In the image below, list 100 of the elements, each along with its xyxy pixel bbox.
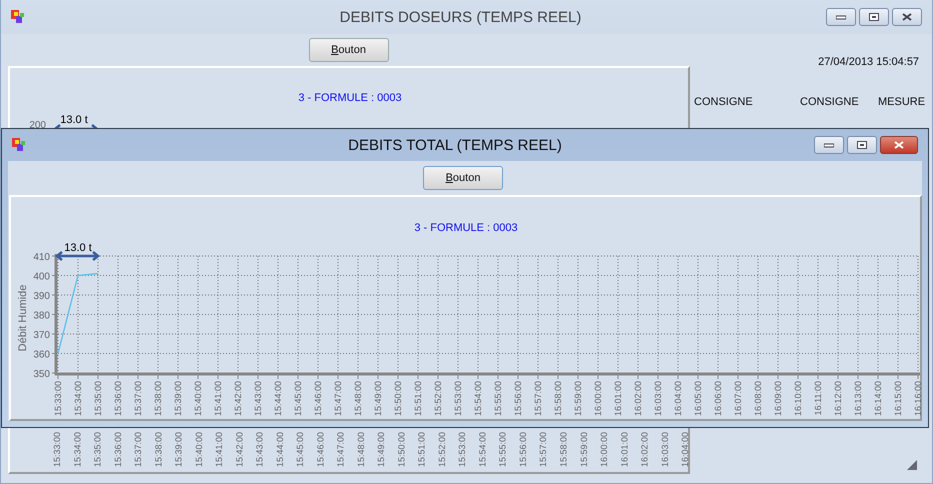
span-label: 13.0 t [60,114,88,126]
y-tick-label: 410 [33,252,50,263]
x-axis-label: 16:08:00 [753,381,763,416]
x-axis-label: 16:01:00 [619,432,630,468]
chart-subtitle: 3 - FORMULE : 0003 [414,222,518,234]
x-axis-label: 15:36:00 [112,432,123,468]
x-axis-label: 15:49:00 [376,432,386,468]
x-axis-label: 15:37:00 [133,381,143,416]
bouton-button[interactable]: Bouton [308,38,388,62]
x-axis-label: 15:59:00 [573,381,583,416]
minimize-icon [836,14,846,20]
minimize-button[interactable] [814,136,844,154]
minimize-icon [824,142,834,148]
y-tick-label: 400 [33,272,50,282]
x-axis-label: 15:57:00 [538,432,548,468]
x-axis-label: 16:11:00 [813,381,823,416]
x-axis-label: 15:47:00 [333,381,343,416]
x-axis-label: 15:52:00 [433,381,443,416]
close-button[interactable] [892,8,922,26]
x-axis-label: 16:00:00 [593,381,603,416]
x-axis-label: 16:00:00 [599,432,610,468]
y-tick-label: 360 [33,350,50,360]
maximize-button[interactable] [859,8,889,26]
x-axis-label: 15:46:00 [313,381,323,416]
x-axis-label: 15:56:00 [513,381,523,416]
x-axis-label: 15:42:00 [233,381,243,416]
x-axis-label: 15:58:00 [558,432,568,468]
x-axis-label: 15:37:00 [133,432,144,468]
x-axis-label: 16:09:00 [773,381,783,416]
x-axis-label: 15:55:00 [493,381,503,416]
chart-subtitle: 3 - FORMULE : 0003 [298,92,402,104]
y-axis-title: Débit Humide [17,284,29,352]
x-axis-label: 15:58:00 [553,381,563,416]
x-axis-label: 15:39:00 [173,381,183,416]
x-axis-label: 15:34:00 [72,432,82,468]
close-icon [894,141,904,149]
x-axis-label: 16:05:00 [693,381,703,416]
x-axis-label: 15:41:00 [213,381,223,416]
x-axis-label: 16:04:00 [673,381,683,416]
x-axis-label: 16:15:00 [893,381,903,416]
x-axis-label: 15:34:00 [73,381,83,416]
x-axis-label: 15:54:00 [477,432,488,468]
x-axis-label: 15:39:00 [174,432,184,468]
span-arrow [55,250,100,262]
y-tick-label: 380 [33,310,50,322]
x-axis-label: 16:06:00 [713,381,723,416]
x-axis-label: 15:59:00 [578,432,589,468]
x-axis-label: 15:46:00 [315,432,326,468]
column-header: MESURE [878,96,926,108]
window-title: DEBITS TOTAL (TEMPS REEL) [347,136,563,154]
x-axis-label: 15:51:00 [416,432,427,468]
app-icon [12,138,26,152]
x-axis-label: 15:51:00 [413,381,423,416]
close-icon [902,13,912,21]
x-axis-label: 16:04:00 [680,432,688,468]
x-axis-label: 15:42:00 [234,432,244,468]
x-axis-label: 15:44:00 [273,381,283,416]
x-axis-label: 15:53:00 [453,381,463,416]
maximize-icon [869,13,879,21]
column-header: CONSIGNE [800,96,860,108]
x-axis-label: 15:40:00 [193,381,203,416]
y-tick-label: 390 [33,291,50,302]
x-axis-label: 15:35:00 [93,381,103,416]
x-axis-label: 15:54:00 [473,381,483,416]
minimize-button[interactable] [826,8,856,26]
x-axis-label: 16:03:00 [653,381,663,416]
x-axis-label: 16:16:00 [913,381,921,416]
x-axis-label: 15:57:00 [533,381,543,416]
x-axis-label: 15:44:00 [274,432,285,468]
x-axis-label: 15:40:00 [194,432,204,468]
x-axis-label: 16:10:00 [793,381,803,416]
x-axis-label: 15:50:00 [393,381,403,416]
bouton-button[interactable]: Bouton [423,166,503,190]
x-axis-label: 15:47:00 [336,432,346,468]
x-axis-label: 15:49:00 [373,381,383,416]
timestamp: 27/04/2013 15:04:57 [817,56,920,68]
x-axis-label: 16:03:00 [660,432,670,468]
x-axis-label: 15:50:00 [396,432,406,468]
x-axis-label: 15:56:00 [518,432,528,468]
x-axis-label: 15:53:00 [457,432,468,468]
x-axis-label: 15:35:00 [92,432,103,468]
x-axis-label: 15:33:00 [53,381,63,416]
maximize-button[interactable] [847,136,877,154]
x-axis-label: 15:33:00 [52,432,62,468]
app-icon [11,10,25,24]
x-axis-label: 15:43:00 [253,381,263,416]
y-tick-label: 350 [33,369,50,380]
x-axis-label: 16:12:00 [833,381,843,416]
y-tick-label: 370 [33,330,50,341]
maximize-icon [857,141,867,149]
x-axis-label: 16:01:00 [613,381,623,416]
x-axis-label: 16:02:00 [640,432,650,468]
x-axis-label: 15:48:00 [356,432,366,468]
x-axis-label: 16:07:00 [733,381,743,416]
x-axis-label: 16:02:00 [633,381,643,416]
close-button[interactable] [880,136,918,154]
x-axis-label: 15:52:00 [436,432,447,468]
x-axis-label: 15:48:00 [353,381,363,416]
x-axis-label: 16:14:00 [873,381,883,416]
x-axis-label: 15:55:00 [498,432,508,468]
